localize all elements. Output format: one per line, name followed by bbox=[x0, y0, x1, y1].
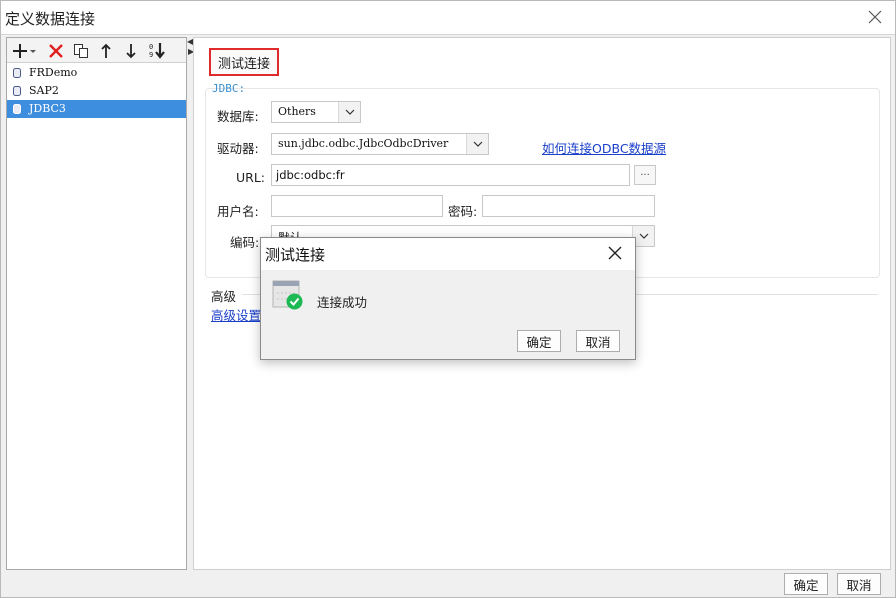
advanced-settings-link[interactable]: 高级设置 bbox=[211, 305, 261, 324]
sort-descending-icon: 0 9 bbox=[149, 43, 165, 59]
advanced-label: 高级 bbox=[211, 289, 237, 304]
datasource-item-jdbc3[interactable]: JDBC3 bbox=[7, 100, 186, 118]
cancel-button[interactable]: 取消 bbox=[837, 573, 881, 595]
driver-select[interactable]: sun.jdbc.odbc.JdbcOdbcDriver bbox=[271, 133, 489, 155]
jdbc-group-label: JDBC: bbox=[212, 82, 246, 95]
password-label: 密码: bbox=[448, 204, 478, 219]
datasource-list: FRDemo SAP2 JDBC3 bbox=[7, 64, 186, 118]
red-x-icon bbox=[49, 44, 63, 58]
close-icon[interactable] bbox=[607, 245, 623, 261]
datasource-panel: 0 9 FRDemo SAP2 JDBC3 bbox=[6, 37, 187, 570]
arrow-down-icon bbox=[126, 44, 136, 59]
datasource-label: JDBC3 bbox=[29, 102, 66, 115]
driver-label: 驱动器: bbox=[217, 141, 259, 156]
window-title: 定义数据连接 bbox=[5, 10, 96, 28]
sort-button[interactable]: 0 9 bbox=[148, 41, 168, 61]
username-label: 用户名: bbox=[217, 204, 259, 219]
delete-datasource-button[interactable] bbox=[46, 41, 66, 61]
password-input[interactable] bbox=[482, 195, 655, 217]
svg-text:0: 0 bbox=[149, 43, 153, 51]
plus-dropdown-icon bbox=[13, 44, 36, 58]
title-bar: 定义数据连接 bbox=[1, 1, 895, 34]
dialog-ok-button[interactable]: 确定 bbox=[517, 330, 561, 352]
database-icon bbox=[13, 104, 21, 114]
url-input[interactable]: jdbc:odbc:fr bbox=[271, 164, 630, 186]
arrow-up-icon bbox=[101, 43, 111, 58]
database-label: 数据库: bbox=[217, 109, 259, 124]
dialog-body: 连接成功 确定 取消 bbox=[261, 270, 635, 359]
copy-datasource-button[interactable] bbox=[71, 41, 91, 61]
driver-value: sun.jdbc.odbc.JdbcOdbcDriver bbox=[278, 137, 449, 150]
dialog-cancel-button[interactable]: 取消 bbox=[576, 330, 620, 352]
odbc-help-link[interactable]: 如何连接ODBC数据源 bbox=[542, 138, 666, 157]
add-datasource-button[interactable] bbox=[12, 41, 38, 61]
svg-text:9: 9 bbox=[149, 51, 153, 59]
copy-icon bbox=[74, 44, 88, 58]
datasource-label: SAP2 bbox=[29, 84, 59, 97]
datasource-item-frdemo[interactable]: FRDemo bbox=[7, 64, 186, 82]
username-input[interactable] bbox=[271, 195, 443, 217]
database-success-check-icon bbox=[272, 280, 303, 310]
test-connection-dialog: 测试连接 连接成功 确定 取消 bbox=[260, 237, 636, 360]
database-select[interactable]: Others bbox=[271, 101, 361, 123]
datasource-label: FRDemo bbox=[29, 66, 78, 79]
dialog-message: 连接成功 bbox=[317, 295, 368, 310]
ok-button[interactable]: 确定 bbox=[784, 573, 828, 595]
move-up-button[interactable] bbox=[96, 41, 116, 61]
database-icon bbox=[13, 68, 21, 78]
dialog-title: 测试连接 bbox=[265, 246, 326, 264]
datasource-toolbar: 0 9 bbox=[7, 38, 186, 63]
chevron-down-icon[interactable] bbox=[338, 102, 360, 122]
close-icon[interactable] bbox=[865, 7, 885, 27]
encoding-label: 编码: bbox=[230, 235, 260, 250]
move-down-button[interactable] bbox=[121, 41, 141, 61]
test-connection-button[interactable]: 测试连接 bbox=[209, 48, 279, 76]
database-icon bbox=[13, 86, 21, 96]
chevron-down-icon[interactable] bbox=[466, 134, 488, 154]
database-value: Others bbox=[278, 105, 316, 118]
url-more-button[interactable]: ... bbox=[634, 165, 656, 185]
datasource-item-sap2[interactable]: SAP2 bbox=[7, 82, 186, 100]
url-label: URL: bbox=[236, 170, 266, 185]
